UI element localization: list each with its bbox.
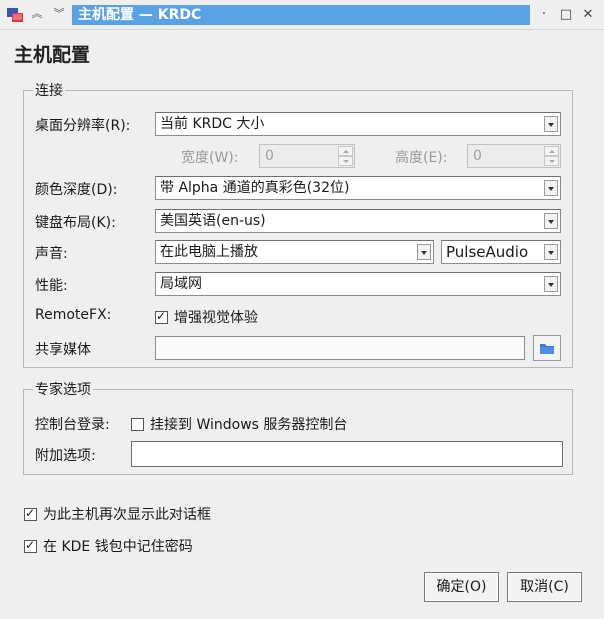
performance-combo[interactable]: 局域网 [155, 272, 561, 296]
chevron-down-icon [544, 244, 558, 260]
sound-backend-combo[interactable]: PulseAudio [441, 240, 561, 264]
close-button[interactable]: ✕ [580, 7, 596, 23]
checkbox-checked-icon[interactable] [24, 506, 37, 521]
remotefx-checkbox[interactable]: 增强视觉体验 [155, 307, 258, 327]
spin-up-icon[interactable] [338, 146, 353, 156]
keyboard-label: 键盘布局(K): [35, 215, 116, 231]
sound-label: 声音: [35, 246, 68, 262]
extra-options-input[interactable] [131, 441, 563, 467]
height-spinbox[interactable]: 0 [467, 144, 561, 168]
spin-down-icon[interactable] [544, 156, 559, 166]
height-label: 高度(E): [395, 150, 448, 166]
chevron-down-icon [544, 116, 558, 132]
dialog-heading: 主机配置 [14, 44, 91, 66]
title-bar[interactable]: ︽ ︾ 主机配置 — KRDC · □ ✕ [0, 0, 604, 30]
console-login-checkbox[interactable]: 挂接到 Windows 服务器控制台 [131, 414, 347, 434]
width-spinbox[interactable]: 0 [259, 144, 355, 168]
window-title: 主机配置 — KRDC [72, 5, 530, 25]
checkbox-unchecked-icon[interactable] [131, 417, 144, 431]
cancel-button[interactable]: 取消(C) [507, 572, 582, 602]
folder-icon [540, 344, 554, 354]
connection-group-label: 连接 [33, 80, 65, 100]
expert-group-label: 专家选项 [33, 379, 93, 399]
spin-up-icon[interactable] [544, 146, 559, 156]
checkbox-checked-icon[interactable] [24, 538, 37, 553]
width-label: 宽度(W): [181, 150, 239, 166]
maximize-button[interactable]: □ [558, 7, 574, 23]
browse-folder-button[interactable] [533, 335, 561, 361]
keep-above-icon[interactable]: ︽ [30, 7, 44, 21]
resolution-label: 桌面分辨率(R): [35, 118, 131, 134]
remember-password-checkbox[interactable]: 在 KDE 钱包中记住密码 [24, 536, 193, 556]
minimize-button[interactable]: · [536, 7, 552, 23]
console-login-label: 控制台登录: [35, 417, 110, 433]
resolution-combo[interactable]: 当前 KRDC 大小 [155, 112, 561, 136]
color-depth-label: 颜色深度(D): [35, 182, 118, 198]
sound-combo[interactable]: 在此电脑上播放 [155, 240, 434, 264]
remotefx-label: RemoteFX: [35, 307, 112, 323]
share-media-input[interactable] [155, 336, 525, 360]
chevron-down-icon [544, 213, 558, 229]
chevron-down-icon [417, 244, 431, 260]
ok-button[interactable]: 确定(O) [424, 572, 499, 602]
chevron-down-icon [544, 276, 558, 292]
spin-down-icon[interactable] [338, 156, 353, 166]
chevron-down-icon [544, 180, 558, 196]
share-media-label: 共享媒体 [35, 342, 91, 358]
color-depth-combo[interactable]: 带 Alpha 通道的真彩色(32位) [155, 176, 561, 200]
extra-options-label: 附加选项: [35, 448, 96, 464]
performance-label: 性能: [35, 278, 68, 294]
krdc-app-icon [7, 8, 23, 22]
checkbox-checked-icon[interactable] [155, 309, 168, 324]
keyboard-combo[interactable]: 美国英语(en-us) [155, 209, 561, 233]
show-dialog-checkbox[interactable]: 为此主机再次显示此对话框 [24, 504, 211, 524]
keep-below-icon[interactable]: ︾ [52, 7, 66, 21]
